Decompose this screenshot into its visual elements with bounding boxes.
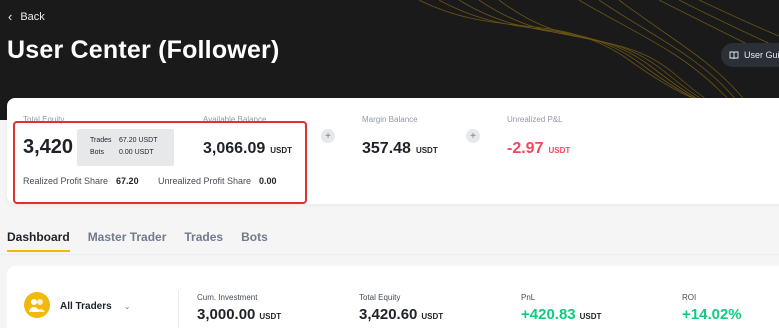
tab-bar: Dashboard Master Trader Trades Bots xyxy=(7,230,268,252)
tab-bots[interactable]: Bots xyxy=(241,230,268,252)
add-margin-button[interactable]: + xyxy=(321,129,335,143)
cum-investment-label: Cum. Investment xyxy=(197,293,258,302)
stats-total-equity-label: Total Equity xyxy=(359,293,401,302)
user-guide-label: User Guide xyxy=(744,50,779,60)
tab-trades[interactable]: Trades xyxy=(184,230,223,252)
book-icon xyxy=(729,51,739,59)
stats-total-equity-value: 3,420.60 USDT xyxy=(359,306,444,323)
pnl-value: +420.83 USDT xyxy=(521,306,602,323)
roi-label: ROI xyxy=(682,293,697,302)
highlight-box xyxy=(13,121,307,204)
stats-divider xyxy=(178,290,179,328)
chevron-down-icon: ⌄ xyxy=(123,302,131,311)
tab-divider xyxy=(0,254,779,255)
tab-dashboard[interactable]: Dashboard xyxy=(7,230,70,252)
tab-master-trader[interactable]: Master Trader xyxy=(88,230,167,252)
pnl-label: PnL xyxy=(521,293,536,302)
back-label: Back xyxy=(20,10,45,23)
cum-investment-value: 3,000.00 USDT xyxy=(197,306,282,323)
add-margin-balance-button[interactable]: + xyxy=(466,129,480,143)
chevron-left-icon: ‹ xyxy=(8,9,13,24)
traders-avatar-icon xyxy=(24,292,50,318)
unrealized-pnl-value: -2.97 USDT xyxy=(507,140,571,157)
page-title: User Center (Follower) xyxy=(7,36,280,64)
back-button[interactable]: ‹ Back xyxy=(8,10,45,23)
traders-selector[interactable]: All Traders ⌄ xyxy=(60,301,130,312)
user-guide-button[interactable]: User Guide xyxy=(721,43,779,67)
margin-balance-label: Margin Balance xyxy=(362,115,418,124)
traders-selector-label: All Traders xyxy=(60,301,112,312)
unrealized-pnl-label: Unrealized P&L xyxy=(507,115,563,124)
roi-value: +14.02% xyxy=(682,306,742,323)
margin-balance-value: 357.48 USDT xyxy=(362,140,438,157)
